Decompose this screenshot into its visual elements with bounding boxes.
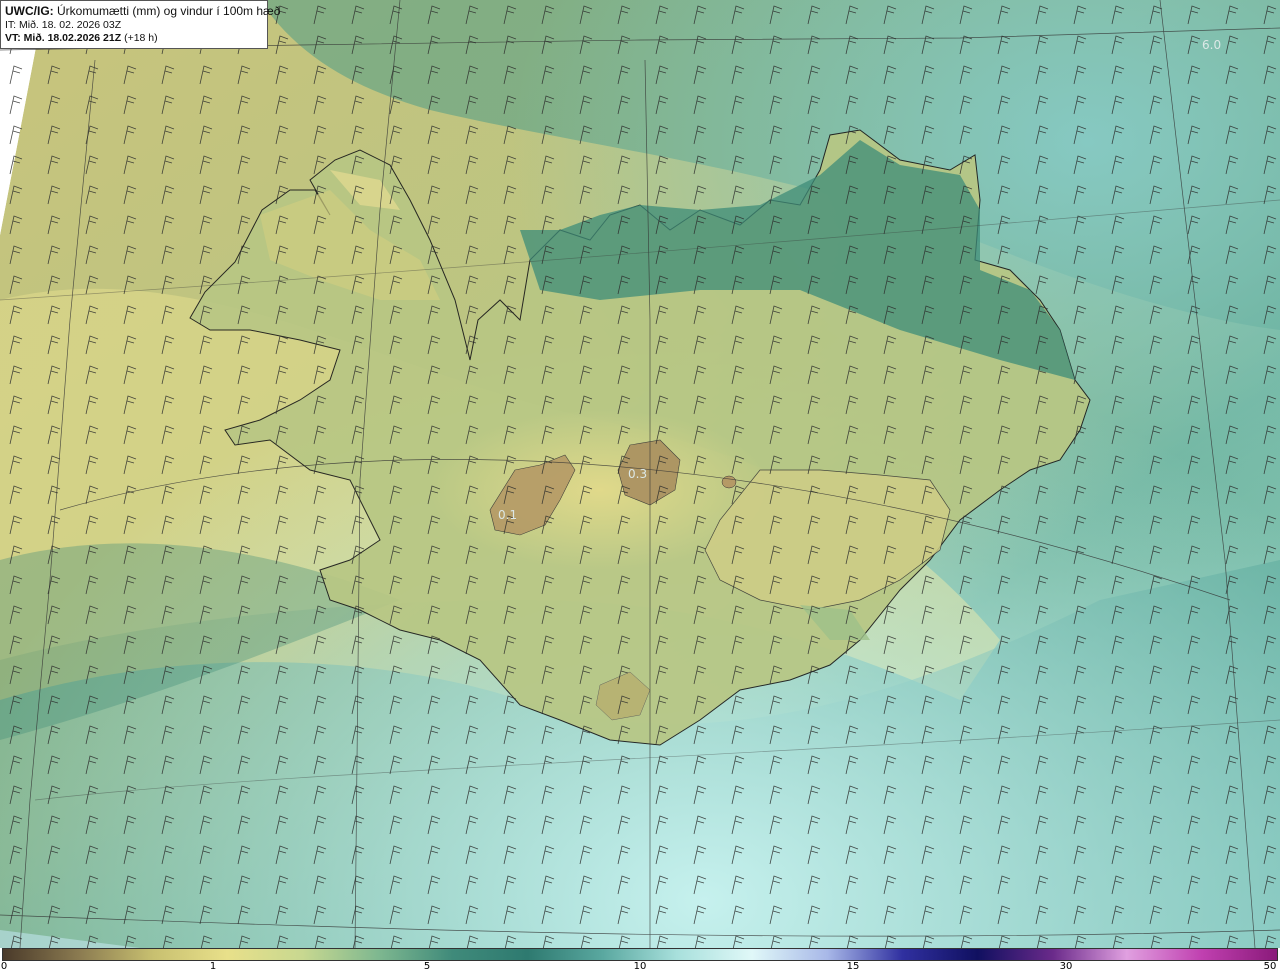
- colorbar-tick-label: 5: [423, 961, 431, 972]
- colorbar-tick-label: 30: [1059, 961, 1073, 972]
- map-title-text: Úrkomumætti (mm) og vindur í 100m hæð: [57, 4, 281, 18]
- colorbar-tick-label: 50: [1263, 961, 1277, 972]
- valid-time-label: VT: Mið. 18.02.2026 21Z: [5, 32, 122, 44]
- forecast-map: 6.0 0.3 0.1: [0, 0, 1280, 948]
- colorbar-tick-label: 10: [633, 961, 647, 972]
- colorbar-tick-label: 15: [846, 961, 860, 972]
- colorbar-tick-label: 1: [209, 961, 217, 972]
- init-time: IT: Mið. 18. 02. 2026 03Z: [5, 19, 122, 31]
- min-precip-label-1: 0.3: [628, 467, 648, 481]
- map-title: UWC/IG: Úrkomumætti (mm) og vindur í 100…: [5, 4, 280, 19]
- colorbar: 0 1 5 10 15 30 50: [0, 948, 1280, 978]
- colorbar-strip: [2, 948, 1278, 961]
- max-precip-label: 6.0: [1202, 38, 1222, 52]
- min-precip-label-2: 0.1: [498, 508, 518, 522]
- lead-time: (+18 h): [124, 32, 158, 44]
- product-code: UWC/IG:: [5, 4, 54, 18]
- valid-time: VT: Mið. 18.02.2026 21Z (+18 h): [5, 32, 263, 45]
- map-info-box: UWC/IG: Úrkomumætti (mm) og vindur í 100…: [0, 0, 280, 49]
- colorbar-tick-label: 0: [0, 961, 8, 972]
